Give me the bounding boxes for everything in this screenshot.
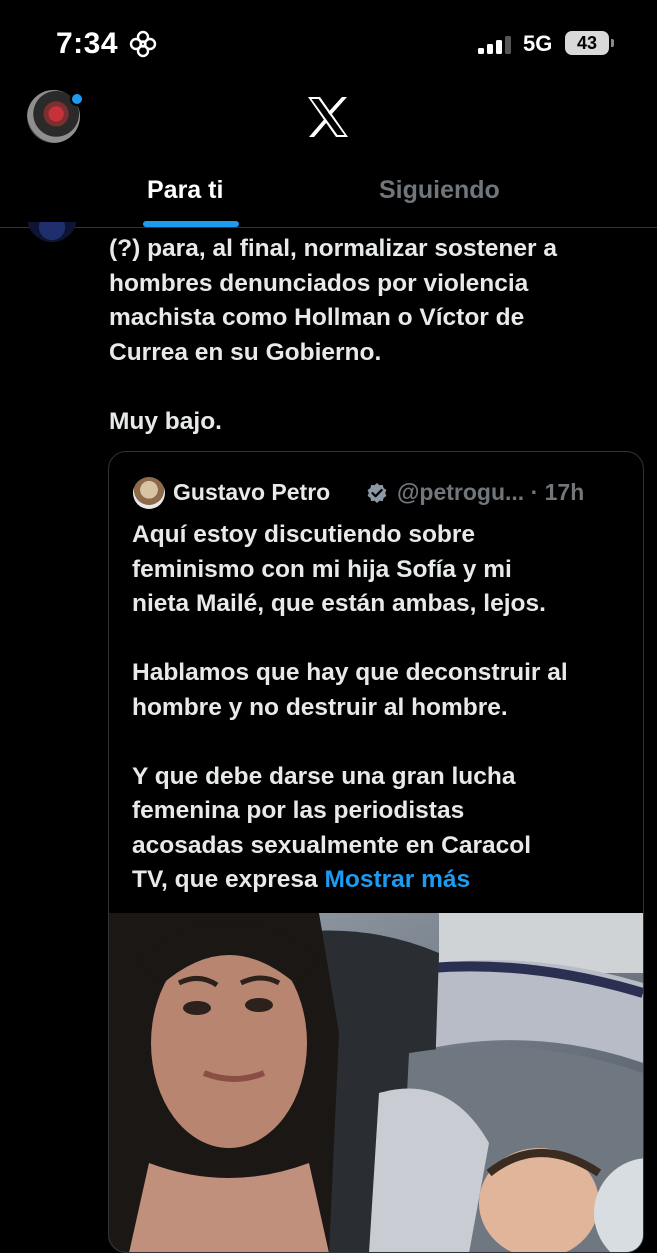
tab-para-ti[interactable]: Para ti: [147, 176, 223, 205]
notification-dot: [70, 92, 84, 106]
photo-illustration: [109, 913, 643, 1252]
status-time: 7:34: [56, 27, 119, 60]
tab-siguiendo[interactable]: Siguiendo: [379, 176, 500, 205]
focus-mode-icon: [129, 30, 157, 58]
timeline-tabs: Para ti Siguiendo: [0, 160, 657, 228]
quoted-tweet-card[interactable]: Gustavo Petro @petrogu... · 17h Aquí est…: [108, 451, 644, 1253]
quoted-tweet-text: Aquí estoy discutiendo sobre feminismo c…: [132, 518, 627, 898]
battery-tip: [611, 39, 614, 47]
quoted-tweet-body: Aquí estoy discutiendo sobre feminismo c…: [132, 521, 568, 893]
x-logo-icon[interactable]: [306, 97, 350, 137]
status-bar: 7:34 5G 43: [0, 0, 657, 88]
quoted-tweet-photo[interactable]: [109, 913, 643, 1252]
quoted-author-name[interactable]: Gustavo Petro: [173, 479, 330, 506]
quoted-author-avatar[interactable]: [133, 477, 165, 509]
quoted-author-handle: @petrogu... · 17h: [397, 479, 585, 505]
battery-icon: 43: [565, 31, 609, 55]
network-type: 5G: [523, 31, 553, 56]
tweet-text: (?) para, al final, normalizar sostener …: [109, 235, 557, 435]
header-divider: [0, 227, 657, 228]
cellular-signal-icon: [478, 36, 514, 54]
battery-level: 43: [576, 33, 598, 53]
show-more-link[interactable]: Mostrar más: [324, 866, 470, 893]
tweet-author-avatar[interactable]: [27, 222, 77, 242]
verified-badge-icon: [367, 483, 387, 503]
